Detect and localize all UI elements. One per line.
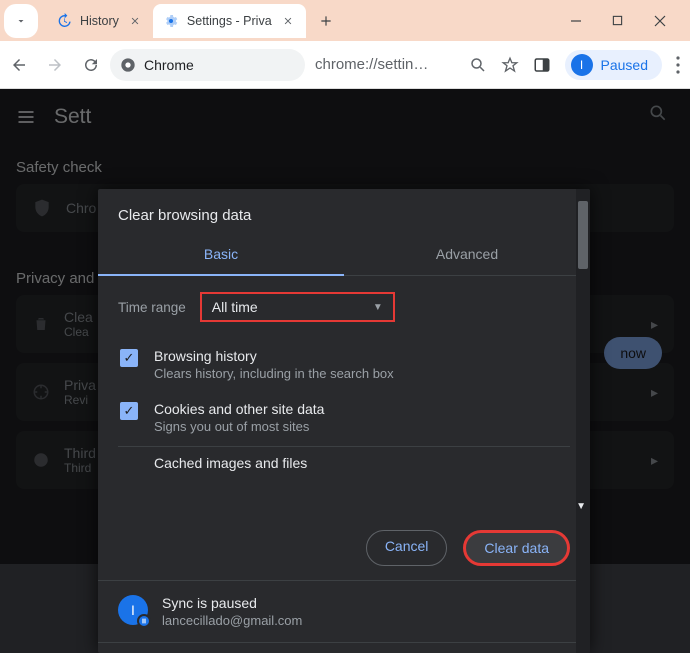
sync-status-row[interactable]: I Sync is paused lancecillado@gmail.com <box>98 581 590 642</box>
tab-close-button[interactable] <box>280 13 296 29</box>
plus-icon <box>319 14 333 28</box>
new-tab-button[interactable] <box>312 7 340 35</box>
tab-strip: History Settings - Priva <box>0 0 690 41</box>
avatar: I <box>118 595 148 625</box>
back-button[interactable] <box>10 56 28 74</box>
chevron-down-icon <box>15 15 27 27</box>
checkbox[interactable]: ✓ <box>120 402 138 420</box>
tab-basic[interactable]: Basic <box>98 234 344 276</box>
side-panel-button[interactable] <box>533 56 551 74</box>
zoom-button[interactable] <box>469 56 487 74</box>
option-cache-title[interactable]: Cached images and files <box>118 447 570 471</box>
url-text[interactable]: chrome://settin… <box>315 56 450 73</box>
window-controls <box>570 15 690 27</box>
magnify-icon <box>469 56 487 74</box>
select-value: All time <box>212 299 258 315</box>
browser-toolbar: Chrome chrome://settin… I Paused <box>0 41 690 89</box>
time-range-label: Time range <box>118 300 186 315</box>
omnibox-chip: Chrome <box>144 57 194 73</box>
option-sub: Signs you out of most sites <box>154 419 324 434</box>
tab-label: Settings - Priva <box>187 14 272 28</box>
tab-history[interactable]: History <box>46 4 153 38</box>
star-icon <box>501 56 519 74</box>
arrow-right-icon <box>46 56 64 74</box>
settings-page: Sett Safety check Chro now Privacy and s… <box>0 89 690 564</box>
scroll-down-icon[interactable]: ▼ <box>576 501 586 512</box>
maximize-icon <box>612 15 623 26</box>
caret-down-icon: ▼ <box>373 302 383 313</box>
close-window-button[interactable] <box>654 15 670 27</box>
menu-button[interactable] <box>676 56 680 74</box>
avatar: I <box>571 54 593 76</box>
arrow-left-icon <box>10 56 28 74</box>
checkbox[interactable]: ✓ <box>120 349 138 367</box>
sync-email: lancecillado@gmail.com <box>162 613 302 628</box>
omnibox[interactable]: Chrome <box>110 49 305 81</box>
profile-state: Paused <box>601 57 648 73</box>
dialog-actions: Cancel Clear data <box>98 516 590 580</box>
dialog-footnote: To clear browsing data from all of your … <box>98 643 590 653</box>
time-range-select[interactable]: All time ▼ <box>200 292 395 322</box>
forward-button[interactable] <box>46 56 64 74</box>
tab-close-button[interactable] <box>127 13 143 29</box>
profile-chip[interactable]: I Paused <box>565 50 662 80</box>
option-cookies[interactable]: ✓ Cookies and other site data Signs you … <box>118 393 570 446</box>
reload-button[interactable] <box>82 56 100 74</box>
minimize-button[interactable] <box>570 15 586 27</box>
close-icon <box>283 16 293 26</box>
option-sub: Clears history, including in the search … <box>154 366 394 381</box>
cancel-button[interactable]: Cancel <box>366 530 448 566</box>
gear-icon <box>163 13 179 29</box>
tab-settings[interactable]: Settings - Priva <box>153 4 306 38</box>
panel-icon <box>533 56 551 74</box>
tab-advanced[interactable]: Advanced <box>344 234 590 276</box>
tab-search-button[interactable] <box>4 4 38 38</box>
maximize-button[interactable] <box>612 15 628 27</box>
bookmark-button[interactable] <box>501 56 519 74</box>
option-browsing-history[interactable]: ✓ Browsing history Clears history, inclu… <box>118 340 570 393</box>
option-title: Browsing history <box>154 348 394 364</box>
dialog-title: Clear browsing data <box>98 189 590 234</box>
close-icon <box>654 15 666 27</box>
minimize-icon <box>570 15 582 27</box>
dialog-body: Time range All time ▼ ✓ Browsing history… <box>98 276 590 516</box>
tab-label: History <box>80 14 119 28</box>
scrollbar-thumb[interactable] <box>578 201 588 269</box>
chrome-logo-icon <box>120 57 136 73</box>
dialog-tabs: Basic Advanced <box>98 234 590 276</box>
close-icon <box>130 16 140 26</box>
sync-title: Sync is paused <box>162 595 302 611</box>
clear-browsing-data-dialog: Clear browsing data Basic Advanced Time … <box>98 189 590 653</box>
kebab-icon <box>676 56 680 74</box>
reload-icon <box>82 56 100 74</box>
history-icon <box>56 13 72 29</box>
clear-data-button[interactable]: Clear data <box>463 530 570 566</box>
option-title: Cookies and other site data <box>154 401 324 417</box>
sync-paused-badge-icon <box>137 614 151 628</box>
